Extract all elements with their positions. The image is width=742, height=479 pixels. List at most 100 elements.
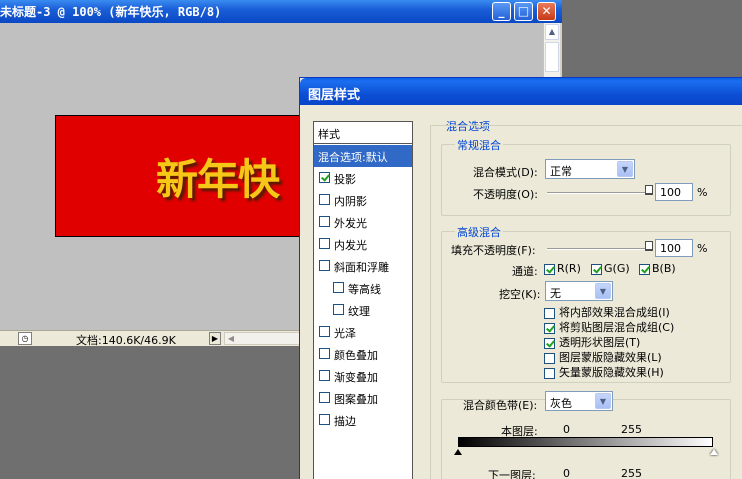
style-item-label: 投影 <box>334 173 356 186</box>
style-item[interactable]: 描边 <box>314 409 412 431</box>
status-menu-icon[interactable]: ◷ <box>18 332 32 345</box>
dialog-title: 图层样式 <box>308 88 361 103</box>
channel-checkbox[interactable] <box>591 263 602 275</box>
fill-opacity-label: 填充不透明度(F): <box>451 244 536 257</box>
style-item-label: 外发光 <box>334 217 367 230</box>
opacity-slider-handle[interactable] <box>645 185 653 195</box>
general-blending-legend: 常规混合 <box>455 137 503 153</box>
style-checkbox[interactable] <box>319 370 330 381</box>
document-titlebar[interactable]: 未标题-3 @ 100% (新年快乐, RGB/8) _ □ ✕ <box>0 0 562 23</box>
chevron-down-icon: ▼ <box>595 393 611 409</box>
maximize-button[interactable]: □ <box>514 2 533 21</box>
opacity-slider[interactable] <box>547 192 651 194</box>
style-item-label: 描边 <box>334 415 356 428</box>
advanced-option-checkbox[interactable] <box>544 322 555 334</box>
advanced-option-checkbox[interactable] <box>544 367 555 379</box>
style-item-label: 内发光 <box>334 239 367 252</box>
style-checkbox[interactable] <box>319 260 330 271</box>
underlying-layer-label: 下一图层: <box>488 469 536 479</box>
style-checkbox[interactable] <box>319 238 330 249</box>
style-item[interactable]: 斜面和浮雕 <box>314 255 412 277</box>
advanced-option[interactable]: 将内部效果混合成组(I) <box>544 304 670 319</box>
opacity-label: 不透明度(O): <box>473 188 538 201</box>
style-checkbox[interactable] <box>319 348 330 359</box>
chevron-down-icon: ▼ <box>617 161 633 177</box>
style-item-label: 图案叠加 <box>334 393 378 406</box>
advanced-option-checkbox[interactable] <box>544 307 555 319</box>
this-layer-gradient-bar[interactable] <box>458 437 713 447</box>
style-item[interactable]: 图案叠加 <box>314 387 412 409</box>
opacity-unit: % <box>697 186 708 199</box>
style-item-label: 纹理 <box>348 305 370 318</box>
style-item[interactable]: 混合选项:默认 <box>314 145 412 167</box>
document-title: 未标题-3 @ 100% (新年快乐, RGB/8) <box>0 5 222 19</box>
blend-mode-value: 正常 <box>550 165 572 178</box>
advanced-option-label: 透明形状图层(T) <box>559 336 641 349</box>
channel-checkbox[interactable] <box>544 263 555 275</box>
style-item[interactable]: 颜色叠加 <box>314 343 412 365</box>
advanced-option-label: 将剪贴图层混合成组(C) <box>559 321 675 334</box>
styles-list: 样式 混合选项:默认投影内阴影外发光内发光斜面和浮雕等高线纹理光泽颜色叠加渐变叠… <box>313 121 413 479</box>
scroll-left-icon[interactable]: ◀ <box>225 333 237 344</box>
advanced-option-label: 矢量蒙版隐藏效果(H) <box>559 366 664 379</box>
channel-option[interactable]: R(R) <box>544 262 581 275</box>
opacity-input[interactable]: 100 <box>655 183 693 201</box>
style-checkbox[interactable] <box>319 194 330 205</box>
style-checkbox[interactable] <box>333 282 344 293</box>
style-item-label: 斜面和浮雕 <box>334 261 389 274</box>
knockout-label: 挖空(K): <box>499 288 541 301</box>
style-item[interactable]: 纹理 <box>314 299 412 321</box>
knockout-value: 无 <box>550 287 561 300</box>
style-item-label: 内阴影 <box>334 195 367 208</box>
style-item-label: 混合选项:默认 <box>318 151 388 164</box>
style-item[interactable]: 渐变叠加 <box>314 365 412 387</box>
advanced-option-label: 图层蒙版隐藏效果(L) <box>559 351 662 364</box>
style-item-label: 等高线 <box>348 283 381 296</box>
style-checkbox[interactable] <box>319 172 330 183</box>
advanced-blending-legend: 高级混合 <box>455 224 503 240</box>
advanced-option-checkbox[interactable] <box>544 337 555 349</box>
style-item[interactable]: 光泽 <box>314 321 412 343</box>
style-checkbox[interactable] <box>319 392 330 403</box>
channel-option[interactable]: B(B) <box>639 262 676 275</box>
knockout-select[interactable]: 无 ▼ <box>545 281 613 301</box>
this-layer-max: 255 <box>621 423 642 436</box>
blend-if-select[interactable]: 灰色 ▼ <box>545 391 613 411</box>
status-arrow-icon[interactable]: ▶ <box>209 332 221 345</box>
advanced-option[interactable]: 透明形状图层(T) <box>544 334 641 349</box>
styles-header[interactable]: 样式 <box>314 122 412 144</box>
fill-opacity-input[interactable]: 100 <box>655 239 693 257</box>
this-layer-min: 0 <box>563 423 570 436</box>
style-checkbox[interactable] <box>319 216 330 227</box>
layer-style-dialog: 图层样式 样式 混合选项:默认投影内阴影外发光内发光斜面和浮雕等高线纹理光泽颜色… <box>299 77 742 479</box>
scroll-up-icon[interactable]: ▲ <box>545 24 559 40</box>
fill-opacity-slider-handle[interactable] <box>645 241 653 251</box>
black-point-slider-icon[interactable] <box>454 449 462 455</box>
fill-opacity-slider[interactable] <box>547 248 651 250</box>
advanced-option[interactable]: 将剪贴图层混合成组(C) <box>544 319 675 334</box>
style-item-label: 颜色叠加 <box>334 349 378 362</box>
scroll-thumb[interactable] <box>545 42 559 72</box>
underlying-layer-min: 0 <box>563 467 570 479</box>
style-checkbox[interactable] <box>333 304 344 315</box>
style-item[interactable]: 外发光 <box>314 211 412 233</box>
close-button[interactable]: ✕ <box>537 2 556 21</box>
channel-checkbox[interactable] <box>639 263 650 275</box>
white-point-slider-icon[interactable] <box>710 449 718 455</box>
advanced-option[interactable]: 矢量蒙版隐藏效果(H) <box>544 364 664 379</box>
minimize-button[interactable]: _ <box>492 2 511 21</box>
style-item[interactable]: 投影 <box>314 167 412 189</box>
blend-mode-label: 混合模式(D): <box>473 166 538 179</box>
advanced-option-checkbox[interactable] <box>544 352 555 364</box>
dialog-titlebar[interactable]: 图层样式 <box>300 78 742 105</box>
style-item[interactable]: 内阴影 <box>314 189 412 211</box>
style-item[interactable]: 等高线 <box>314 277 412 299</box>
general-blending-group <box>441 144 731 216</box>
chevron-down-icon: ▼ <box>595 283 611 299</box>
blend-mode-select[interactable]: 正常 ▼ <box>545 159 635 179</box>
style-checkbox[interactable] <box>319 414 330 425</box>
channel-option[interactable]: G(G) <box>591 262 630 275</box>
style-item[interactable]: 内发光 <box>314 233 412 255</box>
advanced-option[interactable]: 图层蒙版隐藏效果(L) <box>544 349 662 364</box>
style-checkbox[interactable] <box>319 326 330 337</box>
